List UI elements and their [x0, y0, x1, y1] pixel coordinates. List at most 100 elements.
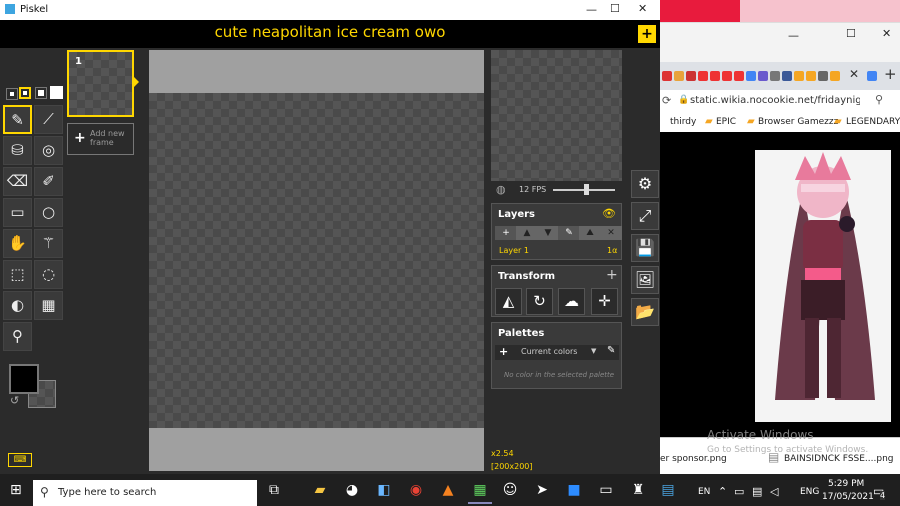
app-icon[interactable]: ◧	[372, 478, 396, 502]
maximize-button[interactable]: ☐	[610, 2, 620, 15]
chevron-down-icon[interactable]: ▼	[591, 347, 596, 355]
onion-skin-icon[interactable]: ◍	[496, 183, 506, 196]
layer-opacity[interactable]: 1α	[607, 246, 617, 255]
close-button[interactable]: ✕	[638, 2, 647, 15]
app-icon[interactable]: ◕	[340, 478, 364, 502]
tab-favicon[interactable]	[806, 71, 816, 81]
close-button[interactable]: ✕	[882, 27, 891, 40]
tab-favicon[interactable]	[722, 71, 732, 81]
tab-favicon[interactable]	[698, 71, 708, 81]
spray-tool[interactable]: ◎	[34, 136, 63, 165]
bucket-tool[interactable]: ⛁	[3, 136, 32, 165]
dithering-tool[interactable]: ▦	[34, 291, 63, 320]
pen-size-4[interactable]	[50, 86, 63, 99]
windows-start-icon[interactable]: ⊞	[10, 482, 22, 498]
delete-layer-button[interactable]: ✕	[600, 226, 622, 240]
chrome-icon[interactable]: ◉	[404, 478, 428, 502]
download-item[interactable]: BAINSIDNCK FSSE....png	[784, 454, 894, 464]
pen-tool[interactable]: ✎	[3, 105, 32, 134]
lighten-tool[interactable]: ✐	[34, 167, 63, 196]
rename-layer-button[interactable]: ✎	[558, 226, 580, 240]
tab-favicon[interactable]	[818, 71, 828, 81]
tab-favicon[interactable]	[830, 71, 840, 81]
drawing-canvas[interactable]	[149, 93, 484, 428]
circle-tool[interactable]: ○	[34, 198, 63, 227]
vlc-icon[interactable]: ▲	[436, 478, 460, 502]
app-icon[interactable]: ☺	[498, 478, 522, 502]
maximize-button[interactable]: ☐	[846, 27, 856, 40]
merge-layer-button[interactable]: ⛰	[579, 226, 601, 240]
canvas-area[interactable]	[149, 50, 484, 471]
tab-favicon[interactable]	[782, 71, 792, 81]
minimize-button[interactable]: —	[586, 3, 597, 16]
tab-favicon[interactable]	[746, 71, 756, 81]
import-button[interactable]: 📂	[631, 298, 659, 326]
center-button[interactable]: ✛	[591, 288, 618, 315]
tab-favicon[interactable]	[770, 71, 780, 81]
reload-icon[interactable]: ⟳	[662, 94, 671, 107]
layer-name[interactable]: Layer 1	[499, 246, 529, 255]
pen-size-2[interactable]	[19, 87, 31, 99]
add-layer-button[interactable]: +	[495, 226, 517, 240]
download-item[interactable]: er sponsor.png	[660, 454, 727, 464]
address-bar[interactable]: ⟳ 🔒 static.wikia.nocookie.net/fridaynigh…	[660, 90, 900, 113]
new-sprite-button[interactable]: +	[638, 25, 656, 43]
shading-tool[interactable]: ◐	[3, 291, 32, 320]
terminal-icon[interactable]: ▭	[594, 478, 618, 502]
tab-favicon[interactable]	[758, 71, 768, 81]
network-icon[interactable]: ▤	[752, 485, 762, 498]
tab-favicon[interactable]	[674, 71, 684, 81]
rect-select-tool[interactable]: ⬚	[3, 260, 32, 289]
plus-icon[interactable]: +	[606, 267, 618, 283]
tab-close-icon[interactable]: ✕	[849, 67, 859, 81]
zoom-app-icon[interactable]: ■	[562, 478, 586, 502]
file-explorer-icon[interactable]: ▰	[308, 478, 332, 502]
rotate-button[interactable]: ↻	[526, 288, 553, 315]
eye-icon[interactable]: 👁	[602, 207, 616, 220]
flip-button[interactable]: ◭	[495, 288, 522, 315]
color-picker-tool[interactable]: ⚲	[3, 322, 32, 351]
move-layer-down-button[interactable]: ▼	[537, 226, 559, 240]
bookmark-item[interactable]: thirdy	[670, 117, 696, 127]
cursor-icon[interactable]: ➤	[530, 478, 554, 502]
piskel-taskbar-icon[interactable]: ▦	[468, 478, 492, 504]
move-tool[interactable]: ✋	[3, 229, 32, 258]
move-layer-up-button[interactable]: ▲	[516, 226, 538, 240]
edit-palette-button[interactable]: ✎	[607, 345, 615, 356]
tab-favicon[interactable]	[867, 71, 877, 81]
save-button[interactable]: 💾	[631, 234, 659, 262]
tray-icon[interactable]: ▭	[734, 485, 744, 498]
pen-size-3[interactable]	[35, 87, 47, 99]
add-frame-button[interactable]: + Add new frame	[67, 123, 134, 155]
volume-icon[interactable]: ◁	[770, 485, 778, 498]
frame-thumbnail[interactable]: 1	[67, 50, 134, 117]
clock-date[interactable]: 17/05/2021	[822, 492, 874, 502]
clone-button[interactable]: ☁	[558, 288, 585, 315]
bookmark-item[interactable]: Browser Gamezzz	[758, 117, 838, 127]
stroke-tool[interactable]: ⟋	[34, 105, 63, 134]
magic-wand-tool[interactable]: ⚚	[34, 229, 63, 258]
clock-time[interactable]: 5:29 PM	[828, 479, 864, 489]
minimize-button[interactable]: —	[788, 29, 799, 42]
bookmark-item[interactable]: LEGENDARY	[846, 117, 900, 127]
add-palette-button[interactable]: +	[499, 345, 508, 358]
tab-favicon[interactable]	[794, 71, 804, 81]
taskbar-search[interactable]: ⚲ Type here to search	[33, 480, 257, 506]
export-button[interactable]: 🖼	[631, 266, 659, 294]
tab-favicon[interactable]	[710, 71, 720, 81]
rectangle-tool[interactable]: ▭	[3, 198, 32, 227]
pen-size-1[interactable]	[6, 88, 18, 100]
sprite-title[interactable]: cute neapolitan ice cream owo	[0, 23, 660, 41]
palette-select[interactable]: Current colors	[521, 347, 577, 356]
tab-favicon[interactable]	[662, 71, 672, 81]
app-icon[interactable]: ♜	[626, 478, 650, 502]
tab-favicon[interactable]	[734, 71, 744, 81]
lasso-tool[interactable]: ◌	[34, 260, 63, 289]
language-indicator[interactable]: EN	[698, 487, 710, 497]
zoom-icon[interactable]: ⚲	[875, 93, 883, 106]
fps-slider-handle[interactable]	[584, 184, 589, 195]
eraser-tool[interactable]: ⌫	[3, 167, 32, 196]
resize-button[interactable]: ⤢	[631, 202, 659, 230]
keyboard-shortcuts-button[interactable]: ⌨	[8, 453, 32, 467]
primary-color-swatch[interactable]	[9, 364, 39, 394]
